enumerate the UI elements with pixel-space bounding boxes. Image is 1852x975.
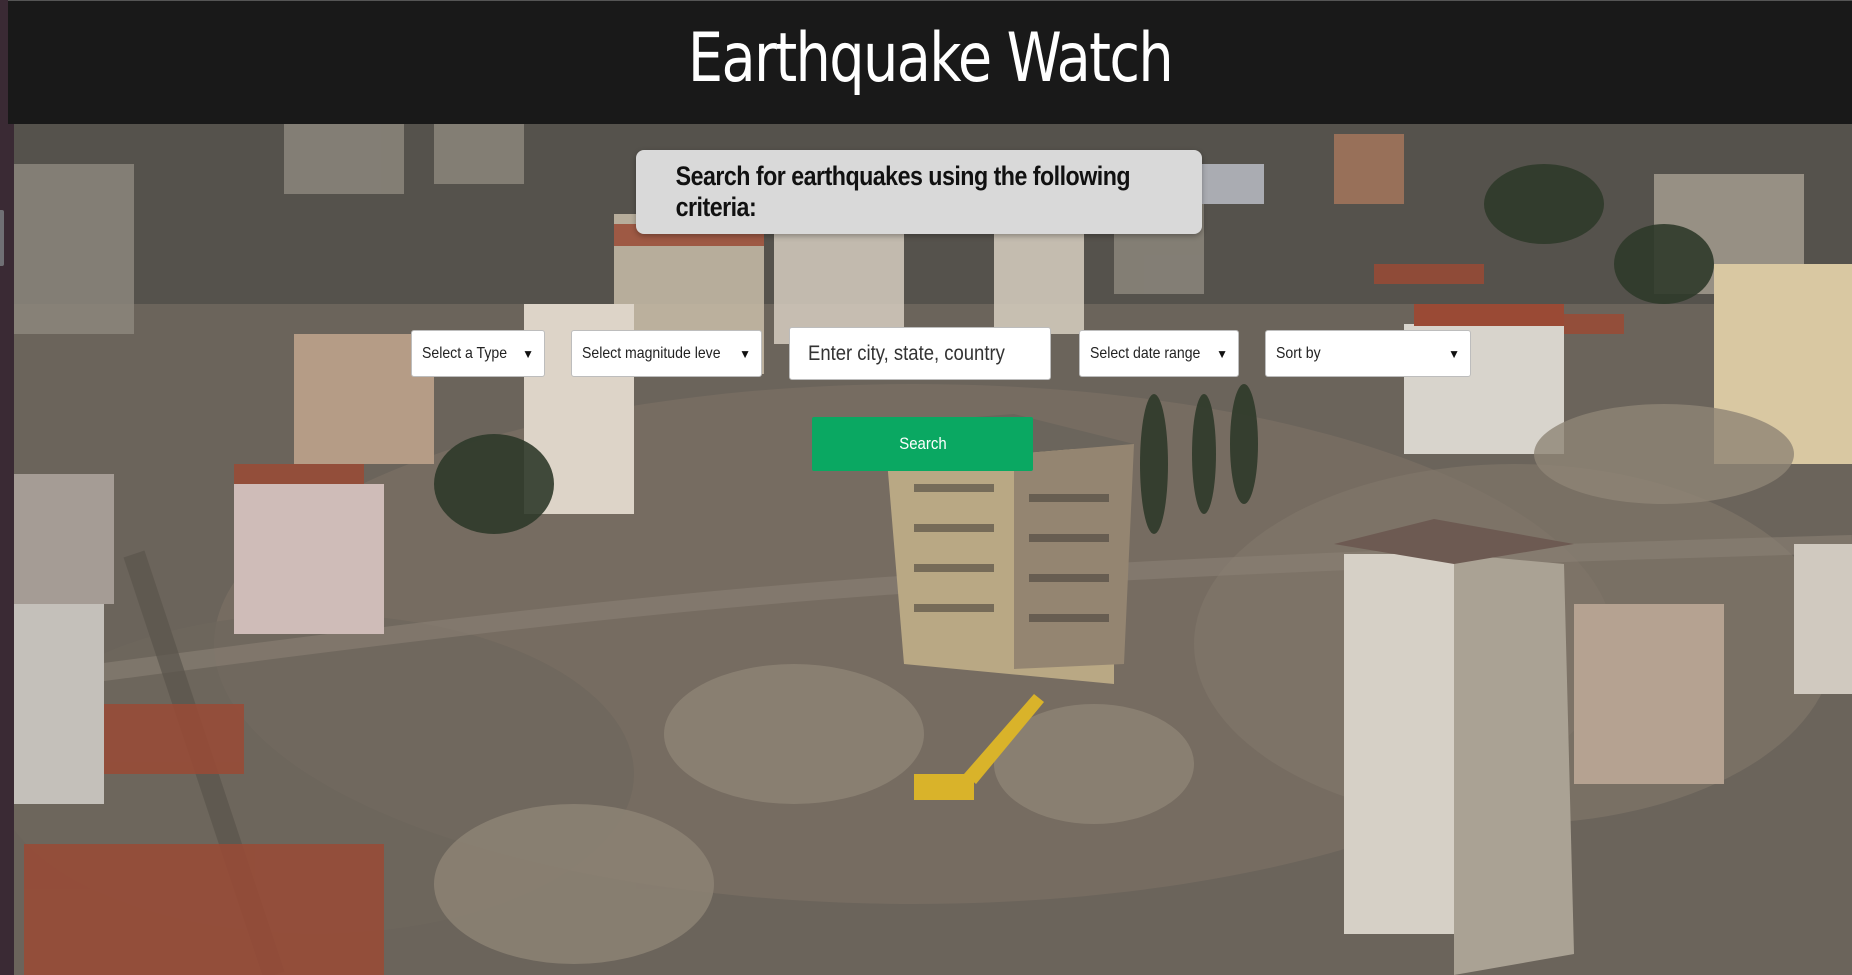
earthquake-aerial-background-image	[14, 124, 1852, 975]
date-range-select-label: Select date range	[1090, 344, 1201, 362]
type-select-label: Select a Type	[422, 344, 508, 362]
chevron-down-icon: ▼	[739, 346, 751, 361]
date-range-select[interactable]: Select date range ▼	[1079, 330, 1239, 377]
chevron-down-icon: ▼	[1216, 346, 1228, 361]
location-input-placeholder: Enter city, state, country	[808, 341, 1005, 365]
location-input[interactable]: Enter city, state, country	[789, 327, 1051, 380]
type-select[interactable]: Select a Type ▼	[411, 330, 545, 377]
left-window-edge	[0, 0, 14, 975]
search-button[interactable]: Search	[812, 417, 1033, 471]
magnitude-select[interactable]: Select magnitude level ▼	[571, 330, 762, 377]
chevron-down-icon: ▼	[1448, 346, 1460, 361]
criteria-heading: Search for earthquakes using the followi…	[675, 161, 1131, 222]
chevron-down-icon: ▼	[522, 346, 534, 361]
search-button-label: Search	[898, 434, 947, 453]
site-header: Earthquake Watch	[8, 0, 1852, 124]
sort-select-label: Sort by	[1276, 344, 1321, 362]
edge-tab	[0, 210, 4, 266]
magnitude-select-label: Select magnitude level	[582, 344, 721, 362]
page-title: Earthquake Watch	[687, 19, 1174, 98]
criteria-panel: Search for earthquakes using the followi…	[636, 150, 1202, 234]
sort-select[interactable]: Sort by ▼	[1265, 330, 1471, 377]
